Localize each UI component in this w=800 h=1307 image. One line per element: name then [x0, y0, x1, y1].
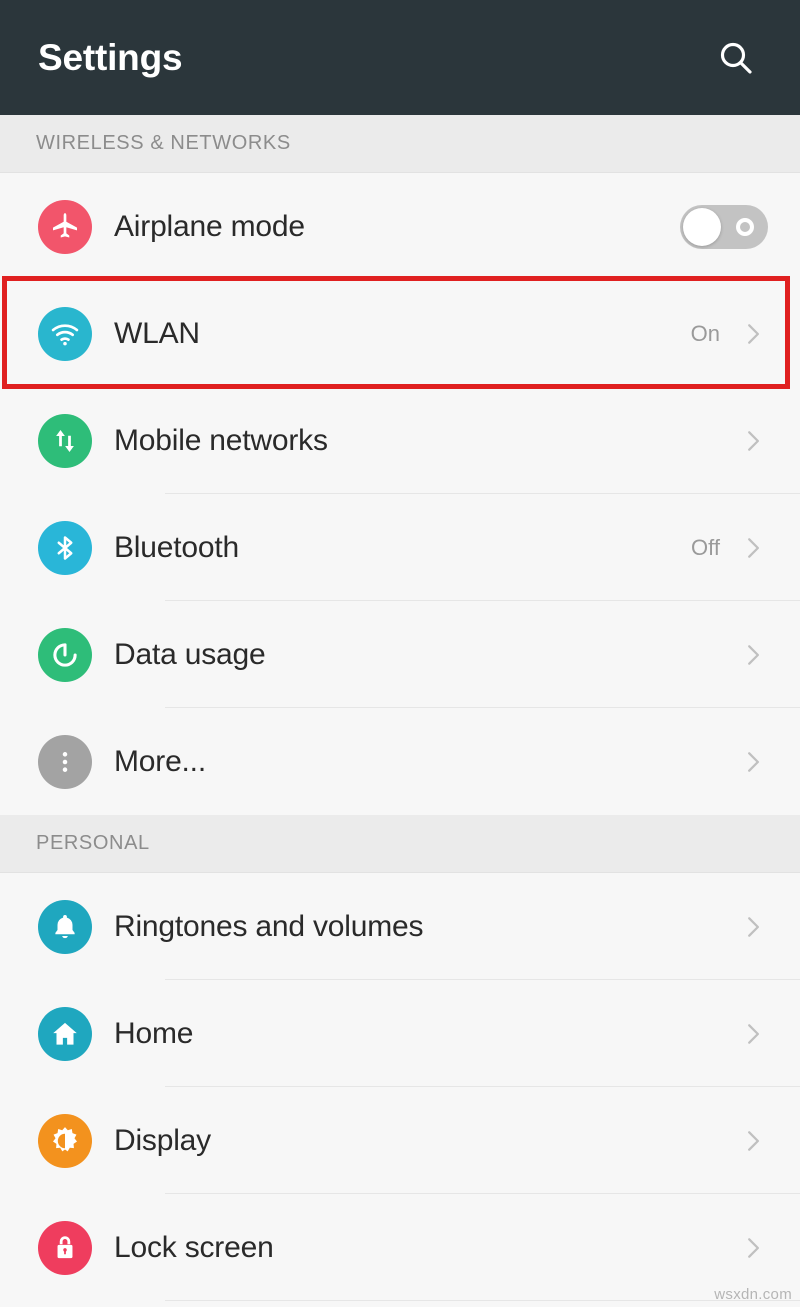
- chevron-right-icon: [738, 1126, 768, 1156]
- list-item-ringtones-and-volumes[interactable]: Ringtones and volumes: [0, 873, 800, 980]
- list-item-mobile-networks[interactable]: Mobile networks: [0, 387, 800, 494]
- section-header-label: PERSONAL: [36, 832, 150, 854]
- search-icon: [716, 38, 756, 78]
- list-item-data-usage[interactable]: Data usage: [0, 601, 800, 708]
- chevron-right-icon: [738, 1019, 768, 1049]
- data-transfer-icon: [38, 413, 92, 468]
- brightness-icon: [38, 1113, 92, 1168]
- list-item-label: Lock screen: [114, 1230, 274, 1264]
- list-item-label: Display: [114, 1123, 211, 1157]
- list-item-bluetooth[interactable]: Bluetooth Off: [0, 494, 800, 601]
- settings-list: WIRELESS & NETWORKS Airplane mode WLAN On Mo…: [0, 115, 800, 1301]
- list-item-wlan[interactable]: WLAN On: [0, 280, 800, 387]
- data-usage-icon: [38, 627, 92, 682]
- section-header-personal: PERSONAL: [0, 815, 800, 873]
- list-item-label: Bluetooth: [114, 530, 239, 564]
- airplane-icon: [38, 199, 92, 254]
- list-item-label: Ringtones and volumes: [114, 909, 424, 943]
- list-item-label: Airplane mode: [114, 209, 305, 243]
- page-title: Settings: [38, 37, 183, 78]
- airplane-mode-toggle[interactable]: [680, 204, 768, 249]
- list-item-more[interactable]: More...: [0, 708, 800, 815]
- chevron-right-icon: [738, 912, 768, 942]
- chevron-right-icon: [738, 1233, 768, 1263]
- search-button[interactable]: [706, 28, 766, 88]
- section-header-label: WIRELESS & NETWORKS: [36, 132, 291, 154]
- list-item-label: Home: [114, 1016, 194, 1050]
- home-icon: [38, 1006, 92, 1061]
- section-header-wireless-networks: WIRELESS & NETWORKS: [0, 115, 800, 173]
- section-list-wireless-networks: Airplane mode WLAN On Mobile networks Blueto…: [0, 173, 800, 815]
- bell-icon: [38, 899, 92, 954]
- app-bar: Settings: [0, 0, 800, 115]
- list-item-label: Data usage: [114, 637, 266, 671]
- list-item-label: More...: [114, 744, 206, 778]
- toggle-knob: [683, 207, 721, 246]
- list-item-value: On: [690, 320, 720, 346]
- lock-icon: [38, 1220, 92, 1275]
- chevron-right-icon: [738, 426, 768, 456]
- chevron-right-icon: [738, 319, 768, 349]
- section-list-personal: Ringtones and volumes Home Display Lock scr…: [0, 873, 800, 1301]
- list-item-home[interactable]: Home: [0, 980, 800, 1087]
- list-item-label: WLAN: [114, 316, 200, 350]
- list-item-airplane-mode[interactable]: Airplane mode: [0, 173, 800, 280]
- chevron-right-icon: [738, 640, 768, 670]
- chevron-right-icon: [738, 533, 768, 563]
- list-item-label: Mobile networks: [114, 423, 328, 457]
- chevron-right-icon: [738, 747, 768, 777]
- watermark: wsxdn.com: [714, 1286, 792, 1303]
- list-item-display[interactable]: Display: [0, 1087, 800, 1194]
- list-item-value: Off: [691, 534, 720, 560]
- list-item-lock-screen[interactable]: Lock screen: [0, 1194, 800, 1301]
- wifi-icon: [38, 306, 92, 361]
- toggle-off-indicator: [736, 217, 754, 236]
- bluetooth-icon: [38, 520, 92, 575]
- overflow-dots-icon: [38, 734, 92, 789]
